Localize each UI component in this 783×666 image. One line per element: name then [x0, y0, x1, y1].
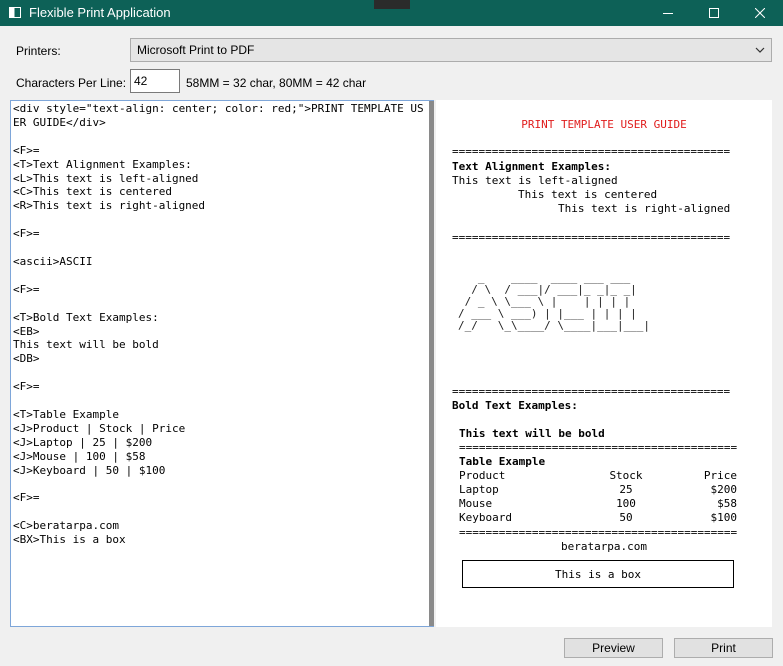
- preview-right-text: This text is right-aligned: [558, 202, 731, 215]
- print-button[interactable]: Print: [674, 638, 773, 658]
- preview-bold-heading: Bold Text Examples:: [452, 399, 578, 412]
- table-cell: Laptop: [459, 483, 499, 496]
- preview-bold-text: This text will be bold: [459, 427, 605, 440]
- template-editor[interactable]: <div style="text-align: center; color: r…: [10, 100, 434, 627]
- table-cell: $58: [717, 497, 737, 510]
- characters-per-line-label: Characters Per Line:: [16, 76, 127, 90]
- template-editor-text[interactable]: <div style="text-align: center; color: r…: [13, 102, 425, 547]
- chevron-down-icon: [755, 47, 765, 53]
- title-bar: Flexible Print Application: [0, 0, 783, 26]
- maximize-icon: [709, 8, 719, 18]
- preview-separator: ========================================…: [452, 385, 731, 398]
- window-title: Flexible Print Application: [29, 5, 171, 20]
- preview-center-url: beratarpa.com: [560, 540, 648, 553]
- table-header-row: Product Stock Price: [459, 469, 737, 483]
- minimize-icon: [663, 13, 673, 14]
- printer-select-value: Microsoft Print to PDF: [137, 43, 255, 57]
- characters-per-line-hint: 58MM = 32 char, 80MM = 42 char: [186, 76, 367, 90]
- table-cell: Mouse: [459, 497, 493, 510]
- close-icon: [755, 8, 765, 18]
- preview-separator: ========================================…: [452, 145, 731, 158]
- table-header-cell: Stock: [609, 469, 643, 482]
- preview-title: PRINT TEMPLATE USER GUIDE: [521, 118, 687, 131]
- preview-left-text: This text is left-aligned: [452, 174, 618, 187]
- preview-center-text: This text is centered: [518, 188, 658, 201]
- table-cell: 100: [616, 497, 636, 510]
- print-preview: PRINT TEMPLATE USER GUIDE ==============…: [436, 100, 772, 627]
- printers-label: Printers:: [16, 44, 61, 58]
- preview-box-text: This is a box: [554, 568, 642, 581]
- printer-select[interactable]: Microsoft Print to PDF: [130, 38, 772, 62]
- preview-box: This is a box: [462, 560, 734, 588]
- table-cell: 25: [619, 483, 633, 496]
- characters-per-line-input[interactable]: [130, 69, 180, 93]
- table-cell: $200: [710, 483, 738, 496]
- maximize-button[interactable]: [691, 0, 737, 26]
- table-row: Laptop 25 $200: [459, 483, 737, 497]
- preview-alignment-heading: Text Alignment Examples:: [452, 160, 611, 173]
- preview-button[interactable]: Preview: [564, 638, 663, 658]
- preview-separator: ========================================…: [452, 231, 731, 244]
- editor-scrollbar-thumb[interactable]: [429, 101, 434, 626]
- app-icon: [9, 7, 21, 18]
- table-header-cell: Price: [703, 469, 737, 482]
- preview-ascii-art: _ ____ ____ ___ ___ / \ / ___|/ ___|_ _|…: [458, 271, 651, 332]
- table-header-cell: Product: [459, 469, 506, 482]
- table-row: Keyboard 50 $100: [459, 511, 737, 525]
- table-cell: $100: [710, 511, 738, 524]
- close-button[interactable]: [737, 0, 783, 26]
- table-row: Mouse 100 $58: [459, 497, 737, 511]
- window-handle: [374, 0, 410, 9]
- preview-separator: ========================================…: [459, 441, 738, 454]
- preview-separator: ========================================…: [459, 526, 738, 539]
- table-cell: Keyboard: [459, 511, 512, 524]
- minimize-button[interactable]: [645, 0, 691, 26]
- table-cell: 50: [619, 511, 633, 524]
- preview-table-heading: Table Example: [459, 455, 546, 468]
